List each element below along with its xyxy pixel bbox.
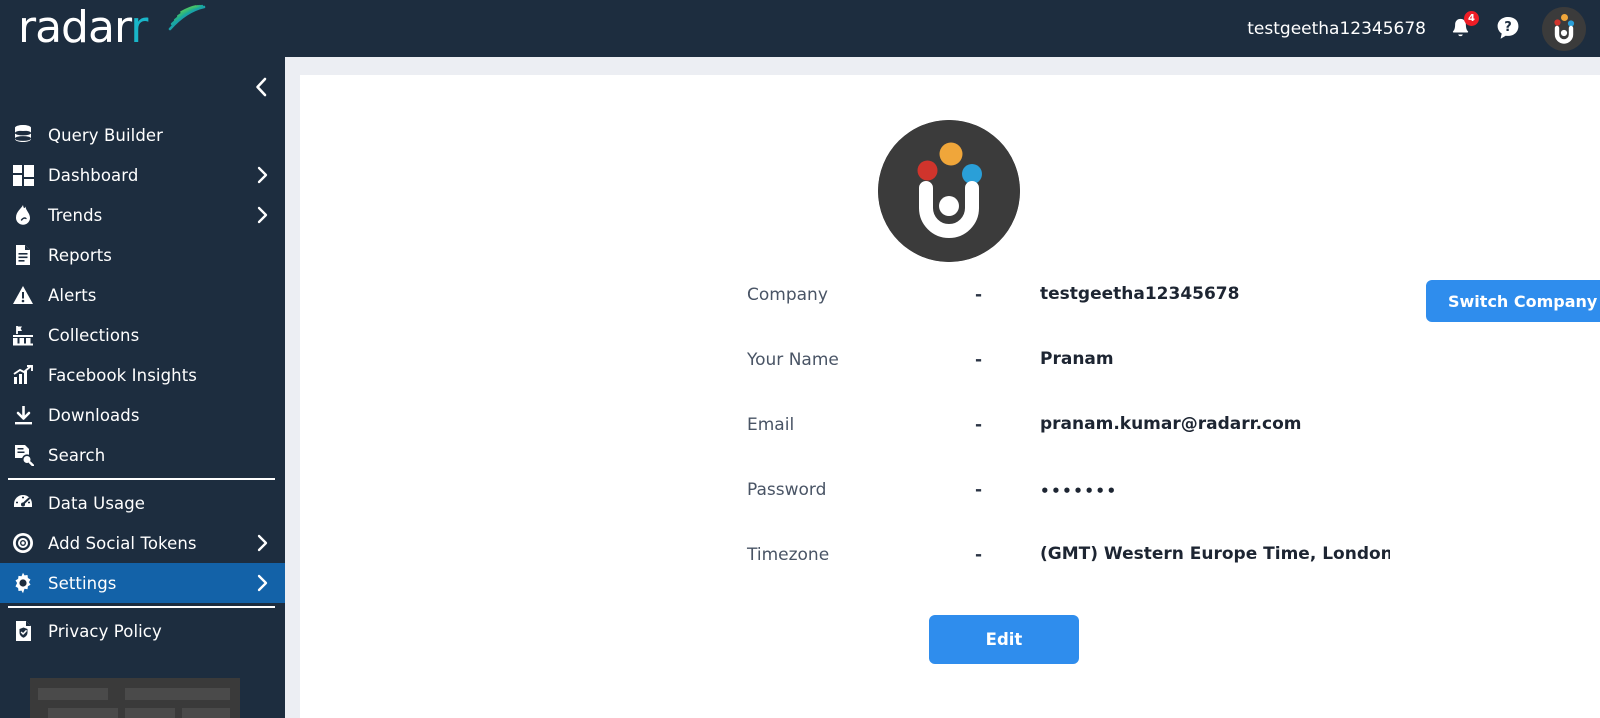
user-avatar-juggler xyxy=(1542,6,1586,51)
profile-field-value: ••••••• xyxy=(1040,482,1118,500)
sidebar-item-facebook-insights[interactable]: Facebook Insights xyxy=(0,355,285,395)
chevron-right-icon[interactable] xyxy=(256,166,269,184)
sidebar-item-label: Facebook Insights xyxy=(48,365,197,385)
profile-field-row: Company - testgeetha12345678 xyxy=(300,284,1600,350)
panel-placeholder-bar xyxy=(48,708,118,718)
profile-field-separator: - xyxy=(975,285,983,305)
profile-field-row: Password - ••••••• xyxy=(300,480,1600,545)
avatar[interactable] xyxy=(1542,6,1586,51)
edit-button[interactable]: Edit xyxy=(929,615,1079,664)
svg-text:?: ? xyxy=(1504,20,1512,35)
chevron-right-icon[interactable] xyxy=(256,206,269,224)
notification-badge: 4 xyxy=(1464,10,1479,26)
sidebar-item-settings[interactable]: Settings xyxy=(0,563,285,603)
main-content-area: Company - testgeetha12345678 Your Name - Pran… xyxy=(285,57,1600,718)
profile-field-label: Email xyxy=(747,415,795,435)
chevron-right-icon[interactable] xyxy=(256,574,269,592)
profile-field-separator: - xyxy=(975,350,983,370)
sidebar-item-data-usage[interactable]: Data Usage xyxy=(0,483,285,523)
help-question-icon: ? xyxy=(1497,17,1519,39)
profile-field-row: Email - pranam.kumar@radarr.com xyxy=(300,414,1600,480)
sidebar-item-label: Privacy Policy xyxy=(48,621,162,641)
database-icon xyxy=(6,122,40,148)
chevron-right-icon[interactable] xyxy=(256,534,269,552)
profile-field-value: testgeetha12345678 xyxy=(1040,284,1240,304)
profile-field-list: Company - testgeetha12345678 Your Name - Pran… xyxy=(300,284,1600,610)
panel-placeholder-bar xyxy=(38,688,108,700)
sidebar-divider xyxy=(8,478,275,480)
sidebar-item-label: Add Social Tokens xyxy=(48,533,197,553)
header-username[interactable]: testgeetha12345678 xyxy=(1247,19,1426,39)
switch-company-button[interactable]: Switch Company xyxy=(1426,280,1600,322)
panel-placeholder-bar xyxy=(125,688,230,700)
sidebar-item-collections[interactable]: Collections xyxy=(0,315,285,355)
profile-field-separator: - xyxy=(975,480,983,500)
radarr-wave-logo xyxy=(168,4,206,31)
profile-field-row: Timezone - (GMT) Western Europe Time, Lond… xyxy=(300,544,1600,610)
warning-triangle-icon xyxy=(6,282,40,308)
profile-field-separator: - xyxy=(975,545,983,565)
sidebar-item-query-builder[interactable]: Query Builder xyxy=(0,115,285,155)
grid-dashboard-icon xyxy=(6,162,40,188)
sidebar: Query Builder Dashboard Trends Reports Alert… xyxy=(0,0,285,718)
document-search-icon xyxy=(6,442,40,468)
sidebar-bottom-panel xyxy=(30,678,240,718)
profile-field-label: Your Name xyxy=(747,350,839,370)
logo-text-accent: r xyxy=(130,2,148,53)
sidebar-item-search[interactable]: Search xyxy=(0,435,285,475)
sidebar-item-label: Reports xyxy=(48,245,112,265)
app-root: Query Builder Dashboard Trends Reports Alert… xyxy=(0,0,1600,718)
panel-placeholder-bar xyxy=(125,708,175,718)
sidebar-item-label: Query Builder xyxy=(48,125,164,145)
sidebar-item-dashboard[interactable]: Dashboard xyxy=(0,155,285,195)
sidebar-item-label: Alerts xyxy=(48,285,97,305)
profile-field-value: pranam.kumar@radarr.com xyxy=(1040,414,1302,434)
shield-document-icon xyxy=(6,618,40,644)
bar-chart-flag-icon xyxy=(6,322,40,348)
user-avatar-juggler xyxy=(878,120,1020,262)
sidebar-item-reports[interactable]: Reports xyxy=(0,235,285,275)
sidebar-item-label: Search xyxy=(48,445,106,465)
profile-field-row: Your Name - Pranam xyxy=(300,349,1600,415)
logo-text-main: radar xyxy=(18,2,131,53)
profile-field-separator: - xyxy=(975,415,983,435)
panel-placeholder-bar xyxy=(182,708,230,718)
profile-field-label: Timezone xyxy=(747,545,830,565)
gauge-icon xyxy=(6,490,40,516)
sidebar-item-alerts[interactable]: Alerts xyxy=(0,275,285,315)
sidebar-item-add-social-tokens[interactable]: Add Social Tokens xyxy=(0,523,285,563)
profile-avatar xyxy=(878,120,1020,262)
flame-icon xyxy=(6,202,40,228)
sidebar-menu: Query Builder Dashboard Trends Reports Alert… xyxy=(0,115,285,651)
notifications-button[interactable]: 4 xyxy=(1446,10,1479,44)
trending-chart-icon xyxy=(6,362,40,388)
sidebar-collapse-row xyxy=(0,57,285,115)
profile-field-value: (GMT) Western Europe Time, London, Lis… xyxy=(1040,544,1390,564)
sidebar-item-label: Dashboard xyxy=(48,165,139,185)
sidebar-item-label: Trends xyxy=(48,205,103,225)
sidebar-divider xyxy=(8,606,275,608)
document-icon xyxy=(6,242,40,268)
profile-card: Company - testgeetha12345678 Your Name - Pran… xyxy=(300,75,1600,718)
sidebar-item-privacy-policy[interactable]: Privacy Policy xyxy=(0,611,285,651)
radarr-logo[interactable]: radarr xyxy=(18,2,218,54)
sidebar-item-downloads[interactable]: Downloads xyxy=(0,395,285,435)
profile-field-label: Password xyxy=(747,480,827,500)
sidebar-item-label: Collections xyxy=(48,325,140,345)
profile-field-label: Company xyxy=(747,285,828,305)
target-ring-icon xyxy=(6,530,40,556)
download-icon xyxy=(6,402,40,428)
sidebar-item-trends[interactable]: Trends xyxy=(0,195,285,235)
chevron-left-icon[interactable] xyxy=(247,73,275,101)
top-header-bar: radarr testgeetha12345678 4 ? xyxy=(0,0,1600,57)
sidebar-item-label: Settings xyxy=(48,573,117,593)
help-button[interactable]: ? xyxy=(1494,14,1522,44)
gear-icon xyxy=(6,570,40,596)
profile-field-value: Pranam xyxy=(1040,349,1114,369)
sidebar-item-label: Downloads xyxy=(48,405,140,425)
header-actions: testgeetha12345678 4 ? xyxy=(1247,0,1586,57)
sidebar-item-label: Data Usage xyxy=(48,493,146,513)
